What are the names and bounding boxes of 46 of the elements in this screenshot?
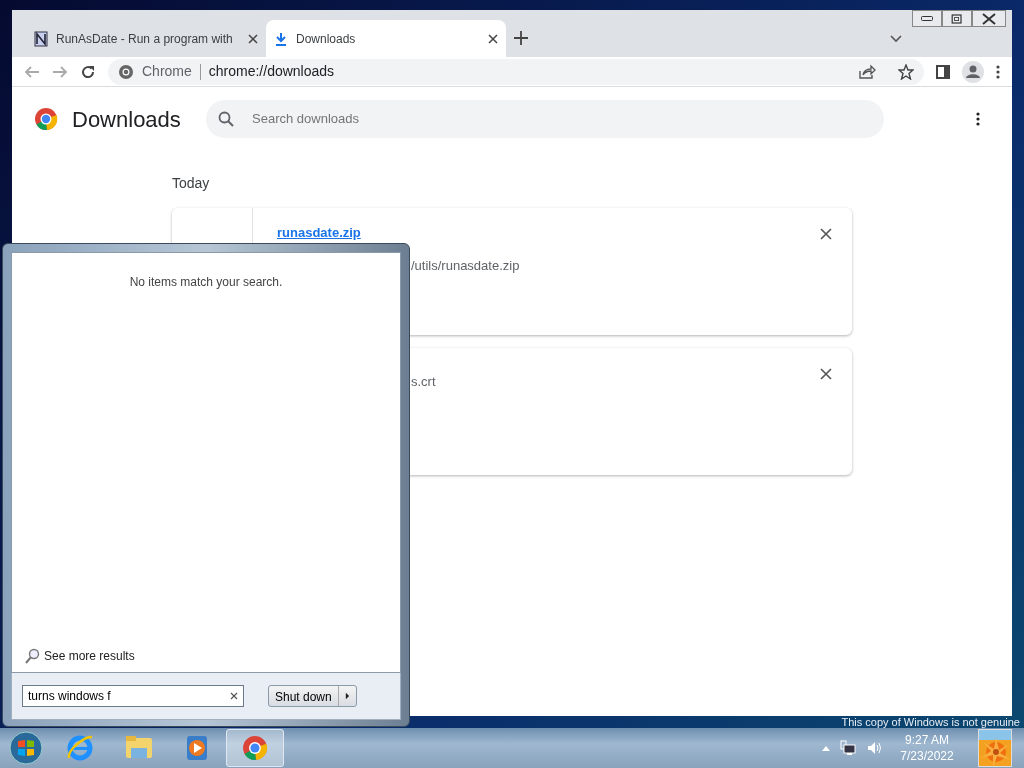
url-text: chrome://downloads bbox=[208, 62, 335, 81]
no-results-message: No items match your search. bbox=[128, 274, 284, 291]
clock-time: 9:27 AM bbox=[904, 732, 950, 748]
caret-icon[interactable] bbox=[344, 692, 350, 700]
taskbar-app[interactable] bbox=[226, 729, 284, 767]
search-icon bbox=[24, 648, 40, 664]
minimize-icon bbox=[921, 16, 933, 21]
maximize-button[interactable] bbox=[942, 10, 972, 27]
download-icon bbox=[274, 30, 288, 47]
tab-search-icon[interactable] bbox=[890, 35, 902, 43]
file-url: s.crt bbox=[411, 373, 436, 391]
browser-tab[interactable]: RunAsDate - Run a program with bbox=[26, 20, 266, 57]
menu-icon[interactable] bbox=[996, 64, 1000, 79]
search-field[interactable]: Search downloads bbox=[250, 108, 872, 130]
chrome-icon bbox=[118, 63, 134, 80]
browser-tab[interactable]: Downloads bbox=[266, 20, 506, 57]
share-icon[interactable] bbox=[858, 63, 876, 80]
close-button[interactable] bbox=[972, 10, 1006, 27]
page-title: Downloads bbox=[72, 105, 182, 134]
side-panel-icon[interactable] bbox=[936, 64, 950, 79]
network-icon[interactable] bbox=[840, 740, 856, 756]
chrome-logo-icon bbox=[34, 107, 58, 131]
clear-icon[interactable] bbox=[230, 692, 238, 700]
start-button[interactable] bbox=[6, 728, 46, 768]
bookmark-star-icon[interactable] bbox=[898, 63, 914, 80]
file-link[interactable]: runasdate.zip bbox=[277, 223, 361, 243]
clock-date: 7/23/2022 bbox=[899, 748, 955, 764]
profile-icon[interactable] bbox=[962, 60, 984, 83]
activation-notice: This copy of Windows is not genuine bbox=[840, 716, 1020, 728]
site-label: Chrome bbox=[142, 62, 192, 81]
minimize-button[interactable] bbox=[912, 10, 942, 27]
close-icon[interactable] bbox=[248, 33, 258, 44]
app-icon bbox=[34, 30, 48, 47]
search-bar[interactable]: Search downloads bbox=[206, 100, 884, 138]
search-icon bbox=[218, 111, 234, 127]
close-icon[interactable] bbox=[488, 33, 498, 44]
see-more-results-link[interactable]: See more results bbox=[18, 646, 400, 666]
shut-down-button[interactable]: Shut down bbox=[268, 685, 357, 707]
maximize-icon bbox=[949, 11, 965, 26]
file-url: /utils/runasdate.zip bbox=[411, 257, 520, 275]
new-tab-icon[interactable] bbox=[514, 30, 528, 45]
start-search-bar[interactable]: turns windows f bbox=[22, 685, 244, 707]
address-bar[interactable]: Chrome chrome://downloads bbox=[108, 58, 924, 85]
reload-icon[interactable] bbox=[80, 63, 96, 80]
section-heading: Today bbox=[172, 174, 211, 193]
more-options-icon[interactable] bbox=[976, 112, 980, 126]
